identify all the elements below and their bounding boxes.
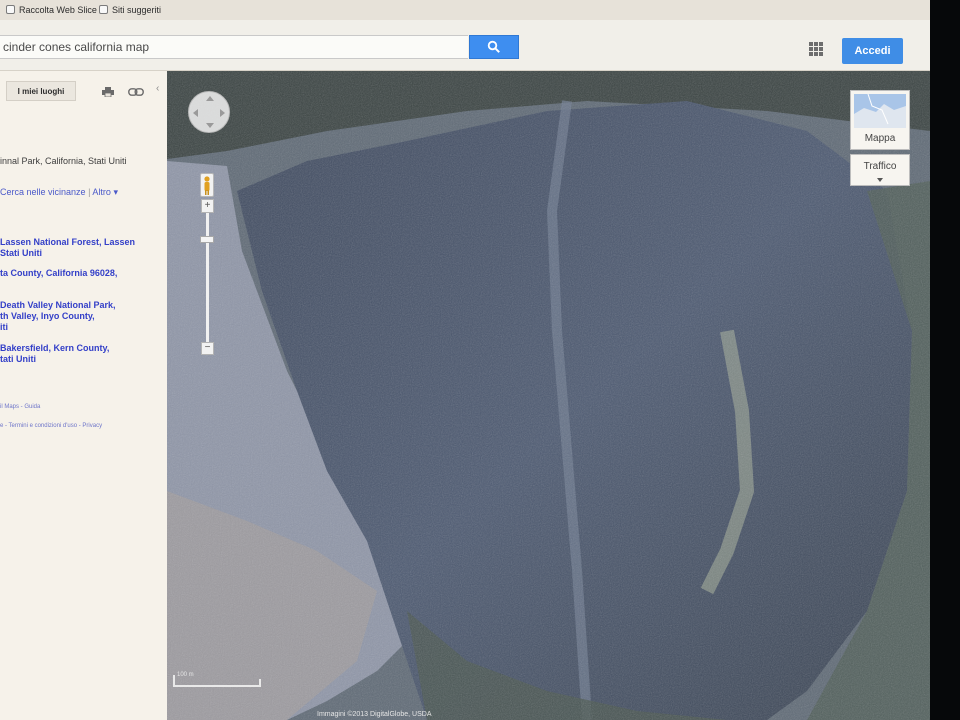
scale-bar: 100 m <box>173 671 265 691</box>
zoom-out-button[interactable]: − <box>201 342 214 355</box>
map-type-button[interactable]: Mappa <box>850 90 910 150</box>
web-slice-icon <box>6 5 15 14</box>
monitor-bezel <box>930 0 960 720</box>
left-panel: I miei luoghi ‹ innal Park, California, … <box>0 71 168 720</box>
nearby-link[interactable]: Cerca nelle vicinanze <box>0 187 86 197</box>
chevron-left-icon[interactable]: ‹ <box>156 83 166 103</box>
pan-control[interactable] <box>188 91 230 133</box>
favorites-bar: Raccolta Web Slice Siti suggeriti <box>0 0 930 21</box>
link-icon[interactable] <box>128 88 144 96</box>
result-line: Death Valley National Park, <box>0 300 116 310</box>
zoom-slider-track[interactable] <box>206 213 209 343</box>
map-thumbnail <box>854 94 906 128</box>
result-item[interactable]: Death Valley National Park, th Valley, I… <box>0 300 116 333</box>
pan-down-icon[interactable] <box>206 123 214 128</box>
result-line: th Valley, Inyo County, <box>0 311 95 321</box>
apps-grid-icon[interactable] <box>809 42 823 56</box>
favorite-suggested-sites-label: Siti suggeriti <box>112 4 162 15</box>
suggested-sites-icon <box>99 5 108 14</box>
pan-right-icon[interactable] <box>220 109 225 117</box>
result-line: iti <box>0 322 8 332</box>
place-address: innal Park, California, Stati Uniti <box>0 156 127 166</box>
zoom-slider-thumb[interactable] <box>200 236 214 243</box>
printer-icon[interactable] <box>102 87 114 97</box>
result-item[interactable]: ta County, California 96028, <box>0 268 117 279</box>
result-item[interactable]: Lassen National Forest, Lassen Stati Uni… <box>0 237 135 259</box>
more-link[interactable]: Altro <box>92 187 111 197</box>
signin-button[interactable]: Accedi <box>842 38 903 64</box>
satellite-imagery <box>167 71 930 720</box>
imagery-attribution: Immagini ©2013 DigitalGlobe, USDA <box>317 711 432 718</box>
search-button[interactable] <box>469 35 519 59</box>
result-line: Bakersfield, Kern County, <box>0 343 110 353</box>
result-line: ta County, California 96028, <box>0 268 118 278</box>
zoom-in-button[interactable]: + <box>201 199 214 213</box>
scale-label: 100 m <box>177 672 194 678</box>
pegman-icon[interactable] <box>200 173 214 197</box>
footer-links[interactable]: il Maps - Guida <box>0 404 40 410</box>
favorite-web-slice[interactable]: Raccolta Web Slice <box>6 2 97 17</box>
map-type-label: Mappa <box>864 133 896 144</box>
place-actions: Cerca nelle vicinanze | Altro ▾ <box>0 187 118 198</box>
favorite-suggested-sites[interactable]: Siti suggeriti <box>99 2 161 17</box>
chevron-down-icon <box>877 178 883 182</box>
result-line: tati Uniti <box>0 354 36 364</box>
result-line: Lassen National Forest, Lassen <box>0 237 136 247</box>
result-item[interactable]: Bakersfield, Kern County, tati Uniti <box>0 343 109 365</box>
pan-left-icon[interactable] <box>193 109 198 117</box>
satellite-map[interactable]: + − Mappa Traffico 100 m Immagini ©2013 … <box>167 71 930 720</box>
favorite-web-slice-label: Raccolta Web Slice <box>19 4 97 15</box>
magnifier-icon <box>487 40 500 53</box>
traffic-label: Traffico <box>863 161 897 172</box>
my-places-button[interactable]: I miei luoghi <box>6 81 76 101</box>
result-line: Stati Uniti <box>0 248 42 258</box>
browser-screen: Raccolta Web Slice Siti suggeriti Accedi… <box>0 0 930 720</box>
footer-legal-links[interactable]: e - Termini e condizioni d'uso - Privacy <box>0 423 102 429</box>
maps-header: Accedi <box>0 20 930 71</box>
traffic-button[interactable]: Traffico <box>850 154 910 186</box>
pan-up-icon[interactable] <box>206 96 214 101</box>
more-caret-icon: ▾ <box>113 187 118 197</box>
search-input[interactable] <box>0 35 468 59</box>
